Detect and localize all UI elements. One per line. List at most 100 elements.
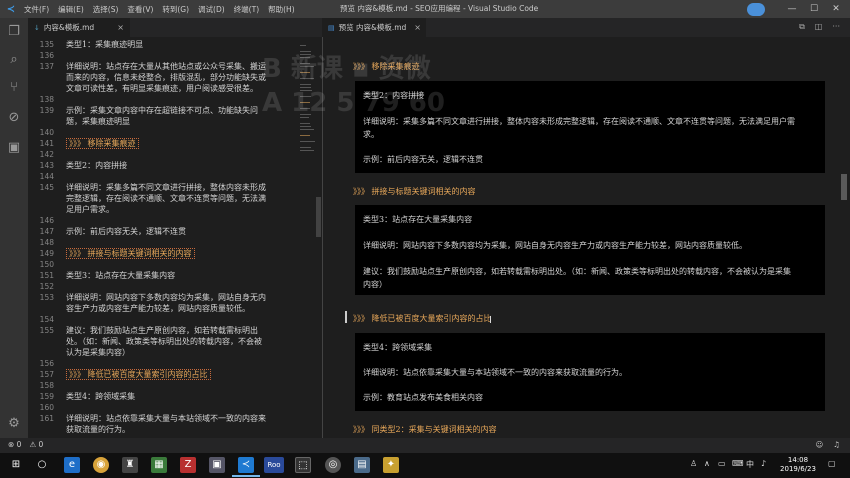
markdown-editor[interactable]: 135 136 137 138 139 140 141 142 143 144 145 146 147 1… — [28, 37, 322, 438]
minimap-line — [300, 117, 309, 118]
preview-text: 示例：前后内容无关，逻辑不连贯 — [363, 155, 483, 164]
open-source-icon[interactable]: ⧉ — [799, 22, 805, 32]
preview-text: 类型2：内容拼接 — [363, 91, 425, 100]
tab-content-template-md[interactable]: ↓ 内容&模板.md × — [28, 18, 130, 37]
app-icon[interactable]: ♜ — [122, 457, 138, 473]
explorer-icon[interactable]: ❐ — [6, 24, 22, 40]
code-line[interactable]: 容生产力或内容生产能力较差，网站内容质量较低。 — [66, 302, 298, 315]
feedback-icon[interactable]: ☺ — [815, 440, 823, 449]
heading-line[interactable]: 》》》 拼接与标题关键词相关的内容 — [66, 247, 298, 260]
preview-heading-same-type2: 》》》 同类型2：采集与关键词相关的内容 — [353, 425, 497, 434]
search-icon[interactable]: ⌕ — [6, 52, 22, 68]
windows-start-icon[interactable]: ⊞ — [8, 457, 24, 473]
line-number: 146 — [39, 216, 54, 225]
code-line[interactable]: 类型1：采集痕迹明显 — [66, 38, 298, 51]
preview-text: 内容） — [363, 280, 387, 289]
minimap-line — [300, 45, 306, 46]
line-number: 151 — [39, 271, 54, 280]
menu-file[interactable]: 文件(F) — [24, 4, 49, 15]
status-bar: ⊗ 0 ⚠ 0 ☺ ♫ — [0, 438, 850, 453]
code-line[interactable]: 文章可读性差，有明显采集痕迹，用户阅读感受很差。 — [66, 82, 298, 95]
menu-terminal[interactable]: 终端(T) — [234, 4, 259, 15]
avatar[interactable] — [747, 3, 765, 16]
heading-line[interactable]: 》》》 移除采集痕迹 — [66, 137, 298, 150]
code-line[interactable]: 类型3：站点存在大量采集内容 — [66, 269, 298, 282]
bell-icon[interactable]: ♫ — [833, 440, 840, 449]
close-icon[interactable]: × — [414, 23, 421, 32]
volume-icon[interactable]: ♪ — [761, 459, 766, 468]
warning-count[interactable]: ⚠ 0 — [29, 440, 43, 449]
heading-line[interactable]: 》》》 降低已被百度大量索引内容的占比 — [66, 368, 298, 381]
keyboard-icon[interactable]: ⌨ — [732, 459, 744, 468]
menu-view[interactable]: 查看(V) — [127, 4, 153, 15]
notifications-icon[interactable]: ▢ — [828, 459, 836, 468]
chrome-icon[interactable]: ◉ — [93, 457, 109, 473]
network-icon[interactable]: ▭ — [718, 459, 726, 468]
text-cursor-icon: I — [489, 315, 492, 326]
user-icon[interactable]: ♙ — [690, 459, 697, 468]
debug-icon[interactable]: ⊘ — [6, 110, 22, 126]
line-number: 158 — [39, 381, 54, 390]
tab-label: 预览 内容&模板.md — [338, 23, 407, 32]
cortana-icon[interactable]: ○ — [34, 457, 50, 473]
filezilla-icon[interactable]: Z — [180, 457, 196, 473]
taskbar-clock[interactable]: 14:08 2019/6/23 — [780, 456, 816, 474]
error-count[interactable]: ⊗ 0 — [8, 440, 21, 449]
line-number: 150 — [39, 260, 54, 269]
minimap-line — [300, 96, 311, 97]
menu-edit[interactable]: 编辑(E) — [58, 4, 84, 15]
preview-text: 详细说明：采集多篇不同文章进行拼接，整体内容未形成完整逻辑，存在阅读不通顺、文章… — [363, 117, 795, 126]
menu-selection[interactable]: 选择(S) — [93, 4, 119, 15]
editor-scrollbar[interactable] — [316, 197, 321, 237]
minimap-line — [300, 141, 315, 142]
line-number: 142 — [39, 150, 54, 159]
ime-indicator[interactable]: 中 — [746, 459, 754, 470]
extensions-icon[interactable]: ▣ — [6, 140, 22, 156]
app-icon[interactable]: ◎ — [325, 457, 341, 473]
code-line[interactable]: 认为是采集内容） — [66, 346, 298, 359]
menu-help[interactable]: 帮助(H) — [268, 4, 295, 15]
minimap-line — [300, 135, 310, 136]
line-number: 136 — [39, 51, 54, 60]
minimap-line — [300, 129, 314, 130]
tab-preview-content-template[interactable]: ▤ 预览 内容&模板.md × — [322, 18, 426, 37]
code-line[interactable]: 题，采集痕迹明显 — [66, 115, 298, 128]
preview-scrollbar[interactable] — [841, 174, 847, 200]
app-icon[interactable]: ▣ — [209, 457, 225, 473]
source-control-icon[interactable]: ⑂ — [6, 80, 22, 96]
vscode-window: ≺ 文件(F) 编辑(E) 选择(S) 查看(V) 转到(G) 调试(D) 终端… — [0, 0, 850, 478]
chevron-up-icon[interactable]: ∧ — [704, 459, 710, 468]
minimap-line — [300, 126, 311, 127]
line-number-gutter: 135 136 137 138 139 140 141 142 143 144 145 146 147 1… — [28, 37, 56, 438]
code-line[interactable]: 足用户需求。 — [66, 203, 298, 216]
app-icon[interactable]: ⬚ — [295, 457, 311, 473]
gear-icon[interactable]: ⚙ — [6, 416, 22, 432]
app-icon[interactable]: ▤ — [354, 457, 370, 473]
heading-text: 》》》 降低已被百度大量索引内容的占比 — [66, 369, 211, 380]
title-bar: ≺ 文件(F) 编辑(E) 选择(S) 查看(V) 转到(G) 调试(D) 终端… — [0, 0, 850, 18]
code-line[interactable]: 示例：前后内容无关，逻辑不连贯 — [66, 225, 298, 238]
code-line[interactable]: 类型4：跨领域采集 — [66, 390, 298, 403]
line-number: 147 — [39, 227, 54, 236]
code-line[interactable]: 获取流量的行为。 — [66, 423, 298, 436]
menu-debug[interactable]: 调试(D) — [198, 4, 225, 15]
app-icon[interactable]: ✦ — [383, 457, 399, 473]
menu-bar: 文件(F) 编辑(E) 选择(S) 查看(V) 转到(G) 调试(D) 终端(T… — [22, 4, 295, 15]
line-number: 157 — [39, 370, 54, 379]
close-icon[interactable]: × — [117, 23, 124, 32]
code-line[interactable]: 类型2：内容拼接 — [66, 159, 298, 172]
vscode-logo-icon: ≺ — [6, 3, 16, 15]
line-number: 143 — [39, 161, 54, 170]
clock-date: 2019/6/23 — [780, 465, 816, 473]
app-icon[interactable]: ▦ — [151, 457, 167, 473]
edge-icon[interactable]: e — [64, 457, 80, 473]
roo-app-icon[interactable]: Roo — [264, 457, 284, 473]
split-editor-icon[interactable]: ◫ — [815, 22, 823, 32]
menu-goto[interactable]: 转到(G) — [162, 4, 189, 15]
code-area[interactable]: 类型1：采集痕迹明显 详细说明：站点存在大量从其他站点或公众号采集、搬运 而来的内容… — [66, 37, 298, 438]
vscode-taskbar-icon[interactable]: ≺ — [238, 457, 254, 473]
more-actions-icon[interactable]: ··· — [832, 22, 840, 32]
close-button[interactable]: ✕ — [822, 0, 850, 18]
minimap[interactable] — [298, 37, 318, 438]
markdown-preview[interactable]: 》》》 移除采集痕迹 类型2：内容拼接 详细说明：采集多篇不同文章进行拼接，整体… — [322, 37, 850, 438]
